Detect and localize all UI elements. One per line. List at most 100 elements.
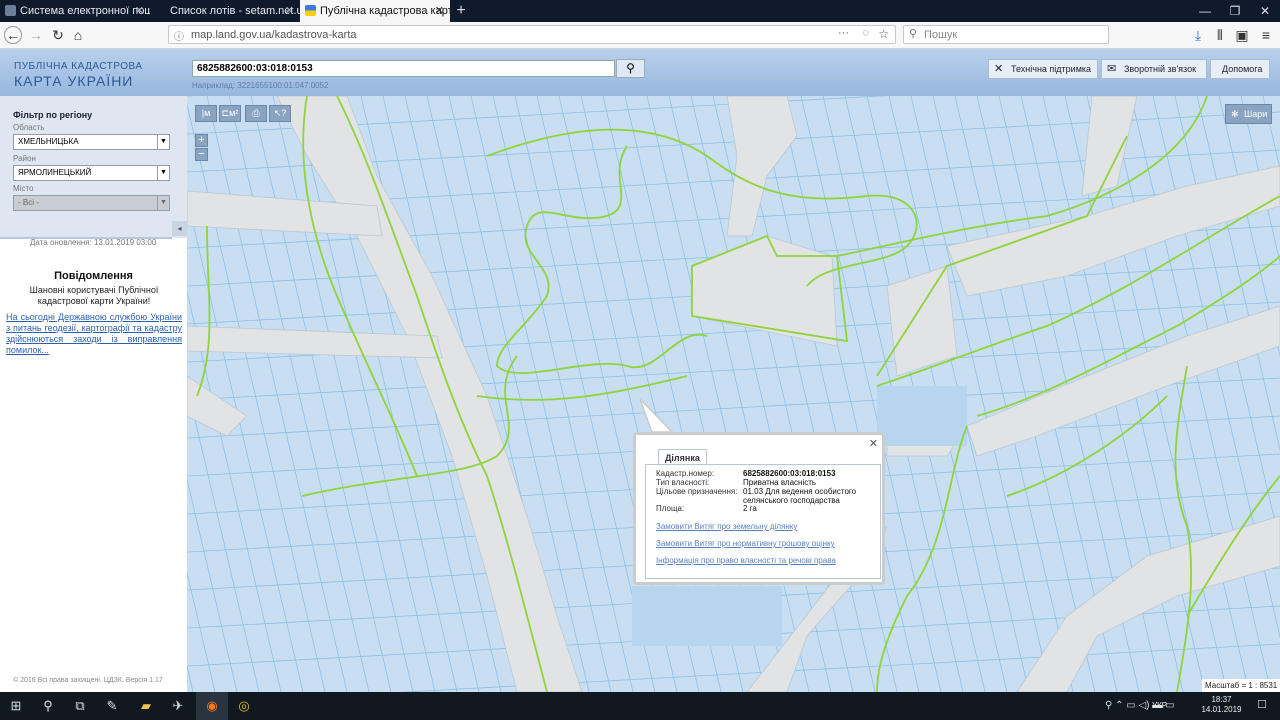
tab-label: Список лотів - setam.net.ua: [170, 5, 300, 17]
ruler-icon: |м: [201, 108, 211, 118]
tech-support-label: Технічна підтримка: [1011, 64, 1092, 74]
field-key: Кадастр.номер:: [656, 469, 715, 478]
cadastre-search-input[interactable]: 6825882600:03:018:0153: [192, 60, 615, 77]
search-icon: ⚲: [909, 28, 918, 40]
layers-button[interactable]: ✻ Шари: [1225, 104, 1272, 124]
windows-start-icon[interactable]: ⊞: [0, 692, 32, 720]
update-date: Дата оновлення: 13.01.2019 03:00: [30, 238, 157, 247]
forward-button[interactable]: →: [26, 25, 46, 45]
home-button[interactable]: ⌂: [68, 25, 88, 45]
ukraine-flag-icon: [305, 5, 316, 16]
rayon-select[interactable]: ЯРМОЛИНЕЦЬКИЙ ▼: [13, 165, 170, 181]
order-extract-link[interactable]: Замовити Витяг про земельну ділянку: [656, 522, 797, 531]
copyright: © 2016 Всі права захищені. ЦДЗК. Версія …: [13, 677, 163, 684]
oblast-value: ХМЕЛЬНИЦЬКА: [18, 137, 79, 146]
close-icon[interactable]: ✕: [869, 437, 878, 450]
filter-title: Фільтр по регіону: [13, 110, 93, 120]
bookmark-star-icon[interactable]: ☆: [878, 27, 889, 41]
tab-setam[interactable]: Список лотів - setam.net.ua ✕: [150, 0, 300, 22]
close-icon[interactable]: ✕: [135, 0, 144, 22]
measure-area-button[interactable]: ⊏м²: [219, 105, 241, 122]
help-button[interactable]: Допомога: [1210, 59, 1270, 79]
rayon-value: ЯРМОЛИНЕЦЬКИЙ: [18, 168, 92, 177]
menu-icon[interactable]: ≡: [1256, 25, 1276, 45]
sidebar-icon[interactable]: ▣: [1232, 25, 1252, 45]
order-valuation-link[interactable]: Замовити Витяг про нормативну грошову оц…: [656, 539, 835, 548]
chevron-down-icon: ▼: [157, 166, 169, 180]
zoom-in-button[interactable]: +: [195, 134, 208, 147]
field-key: Цільове призначення:: [656, 487, 738, 496]
logo-line2: КАРТА УКРАЇНИ: [14, 73, 134, 89]
file-explorer-icon[interactable]: ▰: [130, 692, 162, 720]
new-tab-button[interactable]: +: [452, 0, 470, 22]
search-button[interactable]: ⚲: [616, 59, 645, 78]
popup-body: Кадастр.номер: 6825882600:03:018:0153 Ти…: [645, 464, 881, 579]
print-button[interactable]: ⎙: [245, 105, 267, 122]
measure-distance-button[interactable]: |м: [195, 105, 217, 122]
search-example: Наприклад: 3221655100:01:047:0052: [192, 81, 329, 90]
oblast-label: Область: [13, 123, 45, 132]
url-text: map.land.gov.ua/kadastrova-karta: [191, 29, 357, 41]
cadastre-number: 6825882600:03:018:0153: [743, 469, 836, 478]
address-bar[interactable]: ⓘ map.land.gov.ua/kadastrova-karta ··· ◌…: [168, 25, 896, 44]
chevron-down-icon: ▼: [157, 135, 169, 149]
maximize-button[interactable]: ❐: [1220, 0, 1250, 22]
wrench-icon: ✕: [994, 63, 1004, 75]
feedback-label: Зворотній зв'язок: [1124, 64, 1197, 74]
chevron-down-icon: ▼: [157, 196, 169, 210]
taskbar: ⊞ ⚲ ⧉ ✎ ▰ ✈ ◉ ◎ ⚲ ⌃ ▭ ◁) ▬ ▭ УКР 18:37 1…: [0, 692, 1280, 720]
search-icon[interactable]: ⚲: [32, 692, 64, 720]
download-icon[interactable]: ⤓: [1188, 25, 1208, 45]
minimize-button[interactable]: —: [1190, 0, 1220, 22]
map-canvas[interactable]: [187, 96, 1280, 692]
tech-support-button[interactable]: ✕ Технічна підтримка: [988, 59, 1098, 79]
tab-email[interactable]: Система електронної пошти ✕: [0, 0, 150, 22]
tab-label: Публічна кадастрова карта Ук: [320, 5, 450, 17]
app-icon[interactable]: ✈: [162, 692, 194, 720]
search-placeholder: Пошук: [924, 29, 958, 41]
oblast-select[interactable]: ХМЕЛЬНИЦЬКА ▼: [13, 134, 170, 150]
library-icon[interactable]: ⫴: [1210, 25, 1230, 45]
pointer-help-icon: ↖?: [273, 108, 287, 118]
feedback-button[interactable]: ✉ Зворотній зв'язок: [1101, 59, 1207, 79]
close-icon[interactable]: ✕: [435, 0, 444, 22]
info-icon[interactable]: ⓘ: [174, 28, 184, 43]
notice-link[interactable]: На сьогодні Державною службою України з …: [6, 312, 182, 356]
parcel-popup: ✕ Ділянка Кадастр.номер: 6825882600:03:0…: [633, 432, 885, 585]
area-icon: ⊏м²: [221, 108, 239, 118]
rayon-label: Район: [13, 154, 36, 163]
browser-nav-bar: ← → ↻ ⌂ ⓘ map.land.gov.ua/kadastrova-kar…: [0, 22, 1280, 49]
city-label: Місто: [13, 184, 34, 193]
collapse-sidebar-button[interactable]: ◂: [172, 221, 187, 236]
close-window-button[interactable]: ✕: [1250, 0, 1280, 22]
reload-button[interactable]: ↻: [48, 25, 68, 45]
browser-search-input[interactable]: ⚲ Пошук: [903, 25, 1109, 44]
logo-line1: ПУБЛІЧНА КАДАСТРОВА: [14, 61, 143, 72]
task-view-icon[interactable]: ⧉: [64, 692, 96, 720]
zoom-out-button[interactable]: −: [195, 148, 208, 161]
browser-tab-bar: Система електронної пошти ✕ Список лотів…: [0, 0, 1280, 22]
clock[interactable]: 18:37 14.01.2019: [1199, 695, 1244, 715]
pocket-icon[interactable]: ◌: [862, 27, 869, 39]
ownership-type: Приватна власність: [743, 478, 817, 487]
ownership-info-link[interactable]: Інформація про право власності та речові…: [656, 556, 836, 565]
notification-icon[interactable]: ☐: [1257, 698, 1267, 711]
firefox-icon[interactable]: ◉: [196, 692, 228, 720]
more-icon[interactable]: ···: [838, 27, 849, 39]
mail-icon: ✉: [1107, 63, 1117, 75]
field-key: Тип власності:: [656, 478, 710, 487]
notice-title: Повідомлення: [54, 270, 133, 282]
sidebar: Фільтр по регіону Область ХМЕЛЬНИЦЬКА ▼ …: [0, 96, 187, 692]
notice-text: Шановні користувачі Публічної кадастрово…: [29, 285, 159, 306]
city-select[interactable]: - Всі - ▼: [13, 195, 170, 211]
chrome-icon[interactable]: ◎: [228, 692, 260, 720]
app-icon[interactable]: ✎: [96, 692, 128, 720]
cadastral-map[interactable]: |м ⊏м² ⎙ ↖? + − ✻ Шари Масштаб = 1 : 853…: [187, 96, 1280, 692]
clock-date: 14.01.2019: [1201, 705, 1242, 714]
close-icon[interactable]: ✕: [285, 0, 294, 22]
language-indicator[interactable]: УКР: [1152, 692, 1167, 720]
app-header: ПУБЛІЧНА КАДАСТРОВА КАРТА УКРАЇНИ 682588…: [0, 49, 1280, 96]
identify-button[interactable]: ↖?: [269, 105, 291, 122]
back-button[interactable]: ←: [4, 26, 22, 44]
tab-cadastre-map[interactable]: Публічна кадастрова карта Ук ✕: [300, 0, 450, 22]
